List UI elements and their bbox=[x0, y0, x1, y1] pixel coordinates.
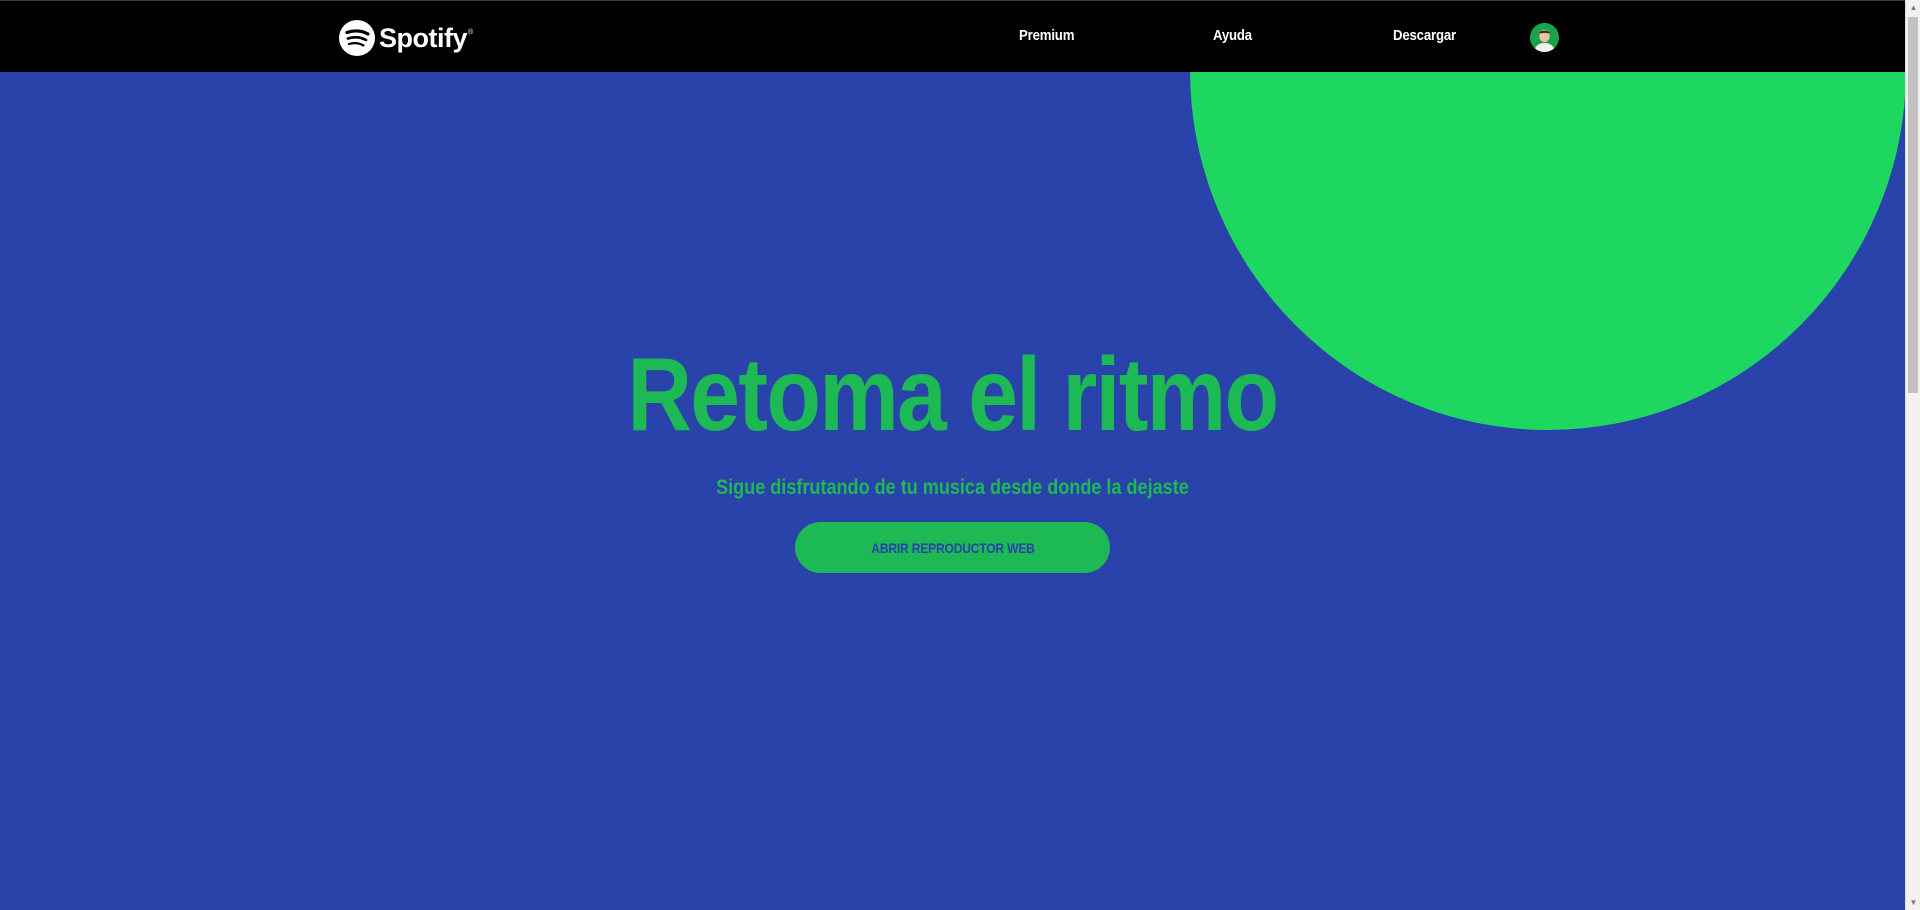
hero-title: Retoma el ritmo bbox=[627, 337, 1279, 453]
scroll-down-arrow-icon[interactable]: ▼ bbox=[1906, 895, 1920, 910]
vertical-scrollbar[interactable]: ▲ ▼ bbox=[1905, 0, 1920, 910]
user-avatar[interactable] bbox=[1530, 23, 1559, 52]
user-avatar-icon bbox=[1530, 23, 1559, 52]
nav-link-ayuda[interactable]: Ayuda bbox=[1213, 27, 1252, 44]
spotify-logo-icon bbox=[339, 20, 375, 56]
nav-link-premium[interactable]: Premium bbox=[1019, 27, 1074, 44]
spotify-logo[interactable]: Spotify ® bbox=[339, 19, 473, 57]
brand-name: Spotify bbox=[379, 22, 468, 53]
scroll-up-arrow-icon[interactable]: ▲ bbox=[1906, 0, 1920, 15]
landing-page: Spotify ® Premium Ayuda Descargar Retoma… bbox=[0, 0, 1920, 910]
open-web-player-label: ABRIR REPRODUCTOR WEB bbox=[870, 539, 1035, 556]
hero-subtitle: Sigue disfrutando de tu musica desde don… bbox=[716, 476, 1189, 499]
top-navbar: Spotify ® Premium Ayuda Descargar bbox=[0, 0, 1905, 72]
brand-trademark: ® bbox=[468, 29, 474, 36]
nav-link-descargar[interactable]: Descargar bbox=[1393, 27, 1456, 44]
scrollbar-thumb[interactable] bbox=[1908, 17, 1918, 393]
open-web-player-button[interactable]: ABRIR REPRODUCTOR WEB bbox=[795, 522, 1110, 573]
